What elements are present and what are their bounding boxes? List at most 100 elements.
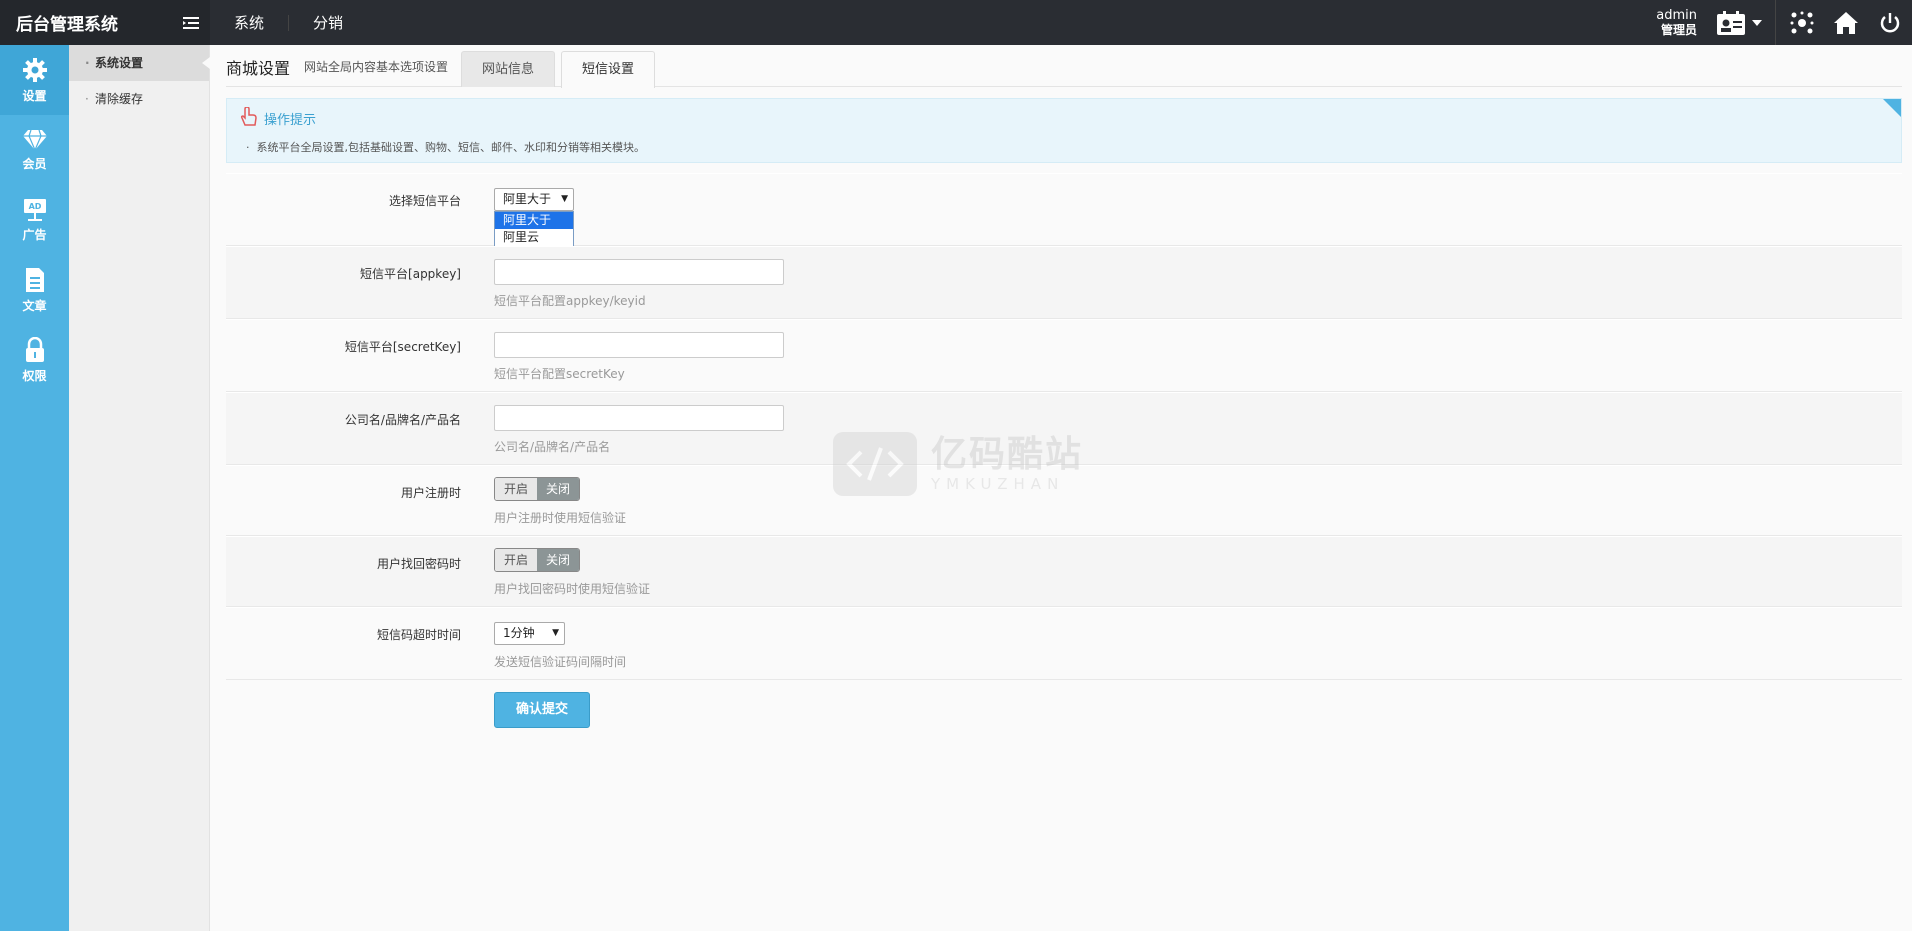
tips-title: 操作提示 — [264, 113, 317, 128]
tips-text-content: 系统平台全局设置,包括基础设置、购物、短信、邮件、水印和分销等相关模块。 — [256, 141, 646, 154]
top-bar: 后台管理系统 系统 分销 admin 管理员 — [0, 0, 1912, 45]
document-icon — [25, 267, 44, 292]
id-card-icon — [1717, 10, 1745, 35]
platform-dropdown: 阿里大于 阿里云 — [494, 211, 574, 247]
tips-panel: 操作提示 · 系统平台全局设置,包括基础设置、购物、短信、邮件、水印和分销等相关… — [226, 98, 1902, 163]
iconbar-label: 文章 — [22, 298, 47, 313]
watermark-logo — [833, 432, 917, 496]
brand: 后台管理系统 — [0, 0, 210, 45]
row-platform: 选择短信平台 阿里大于 ▼ 阿里大于 阿里云 — [226, 173, 1902, 247]
timeout-select[interactable]: 1分钟 ▼ — [494, 622, 565, 645]
tab-sms-settings[interactable]: 短信设置 — [561, 51, 656, 88]
sub-menu: 系统设置 清除缓存 — [69, 45, 210, 931]
company-input[interactable] — [494, 405, 784, 431]
lock-icon — [25, 336, 44, 362]
iconbar-item-permissions[interactable]: 权限 — [0, 325, 69, 395]
secretkey-label: 短信平台[secretKey] — [344, 340, 461, 354]
gear-icon — [22, 57, 47, 82]
logout-button[interactable] — [1874, 7, 1906, 39]
iconbar-label: 广告 — [22, 227, 47, 242]
user-card-dropdown[interactable] — [1713, 7, 1765, 39]
top-right: admin 管理员 — [1656, 0, 1912, 45]
iconbar-label: 会员 — [22, 156, 47, 171]
register-hint: 用户注册时使用短信验证 — [494, 511, 627, 525]
top-nav: 系统 分销 — [210, 0, 367, 45]
findpwd-toggle-on[interactable]: 开启 — [495, 549, 537, 571]
row-findpwd-sms: 用户找回密码时 开启 关闭 用户找回密码时使用短信验证 — [226, 536, 1902, 607]
submenu-item-system-settings[interactable]: 系统设置 — [69, 45, 210, 81]
row-secretkey: 短信平台[secretKey] 短信平台配置secretKey — [226, 319, 1902, 392]
top-nav-system[interactable]: 系统 — [210, 14, 290, 31]
tabs: 网站信息 短信设置 — [461, 51, 661, 88]
iconbar-item-settings[interactable]: 设置 — [0, 45, 69, 115]
diamond-icon — [22, 129, 47, 151]
network-icon — [1790, 11, 1814, 33]
row-appkey: 短信平台[appkey] 短信平台配置appkey/keyid — [226, 246, 1902, 319]
sitemap-button[interactable] — [1786, 7, 1818, 39]
findpwd-hint: 用户找回密码时使用短信验证 — [494, 582, 651, 596]
tips-text: · 系统平台全局设置,包括基础设置、购物、短信、邮件、水印和分销等相关模块。 — [246, 141, 646, 154]
icon-sidebar: 设置 会员 AD 广告 文章 权限 — [0, 45, 69, 931]
divider — [1775, 0, 1776, 45]
findpwd-label: 用户找回密码时 — [376, 557, 461, 571]
title-row: 商城设置 网站全局内容基本选项设置 网站信息 短信设置 — [226, 45, 1902, 88]
submit-row: 确认提交 — [226, 680, 1902, 740]
submit-button[interactable]: 确认提交 — [494, 692, 590, 728]
register-toggle-on[interactable]: 开启 — [495, 478, 537, 500]
appkey-hint: 短信平台配置appkey/keyid — [494, 294, 646, 308]
home-icon — [1834, 11, 1858, 34]
platform-select-wrap: 阿里大于 ▼ 阿里大于 阿里云 — [494, 188, 574, 247]
row-timeout: 短信码超时时间 1分钟 ▼ 发送短信验证码间隔时间 — [226, 607, 1902, 680]
user-info: admin 管理员 — [1656, 7, 1697, 37]
findpwd-toggle-off[interactable]: 关闭 — [537, 549, 579, 571]
watermark-sub: YMKUZHAN — [931, 475, 1065, 493]
register-label: 用户注册时 — [400, 486, 461, 500]
timeout-select-value: 1分钟 — [503, 626, 535, 640]
iconbar-item-members[interactable]: 会员 — [0, 115, 69, 185]
select-arrow-icon: ▼ — [552, 628, 559, 638]
company-hint: 公司名/品牌名/产品名 — [494, 440, 611, 454]
platform-option[interactable]: 阿里云 — [495, 229, 573, 246]
power-icon — [1880, 12, 1900, 32]
watermark-text: 亿码酷站 YMKUZHAN — [931, 434, 1084, 494]
user-name: admin — [1656, 7, 1697, 23]
code-brackets-icon — [846, 447, 904, 481]
findpwd-toggle[interactable]: 开启 关闭 — [494, 548, 580, 572]
home-button[interactable] — [1830, 7, 1862, 39]
watermark: 亿码酷站 YMKUZHAN — [833, 432, 1083, 496]
platform-select-value: 阿里大于 — [503, 192, 552, 206]
tab-site-info[interactable]: 网站信息 — [461, 51, 556, 87]
ad-board-icon: AD — [23, 198, 46, 221]
timeout-label: 短信码超时时间 — [376, 628, 461, 642]
register-toggle[interactable]: 开启 关闭 — [494, 477, 580, 501]
user-role: 管理员 — [1660, 22, 1697, 37]
submenu-item-label: 系统设置 — [95, 56, 144, 70]
platform-option[interactable]: 阿里大于 — [495, 212, 573, 229]
iconbar-item-ads[interactable]: AD 广告 — [0, 185, 69, 255]
platform-select[interactable]: 阿里大于 ▼ — [494, 188, 574, 211]
iconbar-label: 设置 — [22, 88, 47, 103]
menu-toggle-icon[interactable] — [183, 16, 199, 30]
caret-down-icon — [1752, 19, 1762, 26]
register-toggle-off[interactable]: 关闭 — [537, 478, 579, 500]
iconbar-label: 权限 — [22, 368, 47, 383]
brand-title: 后台管理系统 — [16, 15, 118, 35]
watermark-main: 亿码酷站 — [931, 434, 1084, 475]
svg-text:AD: AD — [28, 202, 41, 211]
company-label: 公司名/品牌名/产品名 — [344, 413, 461, 427]
secretkey-input[interactable] — [494, 332, 784, 358]
select-arrow-icon: ▼ — [561, 194, 568, 204]
page-subtitle: 网站全局内容基本选项设置 — [304, 60, 449, 74]
page-title: 商城设置 — [226, 59, 291, 78]
appkey-label: 短信平台[appkey] — [360, 267, 461, 281]
top-nav-distribution[interactable]: 分销 — [289, 15, 367, 31]
platform-label: 选择短信平台 — [388, 194, 461, 208]
appkey-input[interactable] — [494, 259, 784, 285]
timeout-hint: 发送短信验证码间隔时间 — [494, 655, 627, 669]
secretkey-hint: 短信平台配置secretKey — [494, 367, 625, 381]
submenu-item-clear-cache[interactable]: 清除缓存 — [69, 81, 209, 117]
hand-pointer-icon — [240, 107, 257, 126]
submenu-item-label: 清除缓存 — [95, 92, 144, 106]
tips-collapse-corner[interactable] — [1883, 99, 1901, 117]
iconbar-item-articles[interactable]: 文章 — [0, 255, 69, 325]
